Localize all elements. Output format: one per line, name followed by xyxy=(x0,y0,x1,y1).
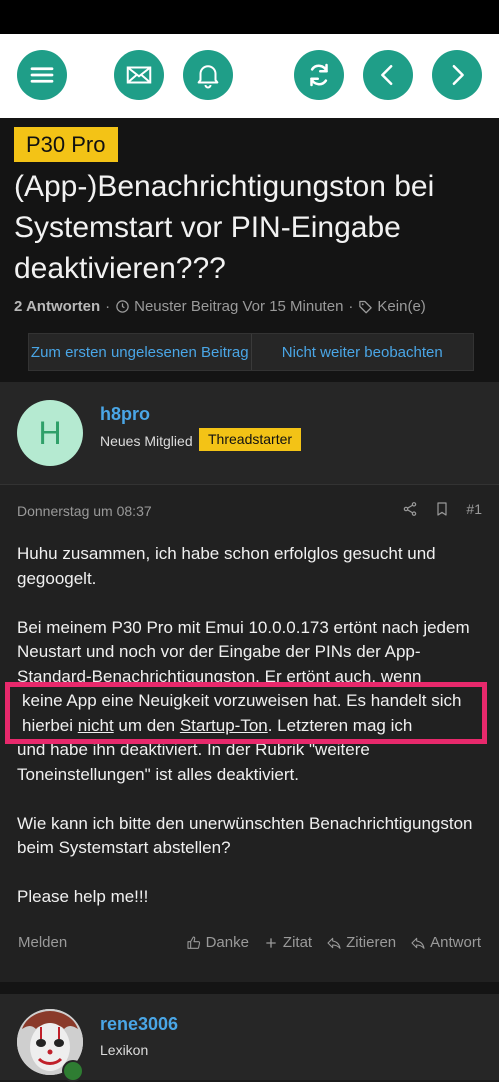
quote-add-button[interactable]: Zitat xyxy=(263,934,312,951)
like-button[interactable]: Danke xyxy=(186,934,249,951)
first-unread-button[interactable]: Zum ersten ungelesenen Beitrag xyxy=(29,334,251,370)
menu-button[interactable] xyxy=(17,50,67,100)
avatar[interactable]: H xyxy=(17,400,83,466)
thread-tags: Kein(e) xyxy=(377,298,426,315)
post-divider xyxy=(0,982,499,994)
thread-meta: 2 Antworten · Neuster Beitrag Vor 15 Min… xyxy=(14,298,426,315)
latest-post[interactable]: Neuster Beitrag Vor 15 Minuten xyxy=(134,298,343,315)
refresh-icon xyxy=(310,63,328,87)
post-paragraph: Please help me!!! xyxy=(17,887,149,906)
username[interactable]: rene3006 xyxy=(100,1014,178,1035)
highlighted-text: keine App eine Neuigkeit vorzuweisen hat… xyxy=(22,691,462,735)
thumbs-up-icon xyxy=(187,935,200,949)
unwatch-button[interactable]: Nicht weiter beobachten xyxy=(250,334,474,370)
status-bar xyxy=(0,0,499,34)
emphasis-nicht: nicht xyxy=(77,715,114,735)
thread-actions: Zum ersten ungelesenen Beitrag Nicht wei… xyxy=(28,333,474,371)
messages-button[interactable] xyxy=(114,50,164,100)
thread-header: P30 Pro (App-)Benachrichtigungston bei S… xyxy=(0,118,499,382)
username[interactable]: h8pro xyxy=(100,404,150,425)
refresh-button[interactable] xyxy=(294,50,344,100)
post-1: H h8pro Neues Mitglied Threadstarter Don… xyxy=(0,382,499,982)
menu-icon xyxy=(30,67,54,83)
report-button[interactable]: Melden xyxy=(18,934,67,951)
tag-icon xyxy=(359,300,373,314)
post-footer: Melden Danke Zitat Zitieren Antwort xyxy=(0,934,499,954)
plus-icon xyxy=(266,937,276,948)
bell-icon xyxy=(197,65,219,89)
user-title: Lexikon xyxy=(100,1042,149,1058)
reply-button[interactable]: Antwort xyxy=(410,934,481,951)
thread-prefix[interactable]: P30 Pro xyxy=(14,127,118,162)
bookmark-icon[interactable] xyxy=(434,501,450,517)
user-title: Neues Mitglied xyxy=(100,433,193,449)
post-number[interactable]: #1 xyxy=(466,501,482,517)
online-status-badge xyxy=(62,1060,84,1082)
previous-button[interactable] xyxy=(363,50,413,100)
chevron-left-icon xyxy=(381,65,393,85)
startup-ton-link[interactable]: Startup-Ton xyxy=(180,716,268,735)
post-2: rene3006 Lexikon xyxy=(0,994,499,1082)
threadstarter-badge: Threadstarter xyxy=(199,428,302,451)
clock-icon xyxy=(116,300,129,313)
cite-button[interactable]: Zitieren xyxy=(326,934,396,951)
post-actions: #1 xyxy=(402,501,482,517)
share-icon[interactable] xyxy=(402,501,418,517)
post-paragraph: Wie kann ich bitte den unerwünschten Ben… xyxy=(17,813,473,858)
next-button[interactable] xyxy=(432,50,482,100)
highlight-box: keine App eine Neuigkeit vorzuweisen hat… xyxy=(5,682,487,744)
chevron-right-icon xyxy=(452,65,464,85)
reply-arrow-icon xyxy=(411,937,425,949)
post-date[interactable]: Donnerstag um 08:37 xyxy=(17,503,152,519)
notifications-button[interactable] xyxy=(183,50,233,100)
reply-count[interactable]: 2 Antworten xyxy=(14,298,100,315)
thread-title: (App-)Benachrichtigungston bei Systemsta… xyxy=(14,170,435,285)
post-paragraph: Huhu zusammen, ich habe schon erfolglos … xyxy=(17,544,436,588)
post-author: H h8pro Neues Mitglied Threadstarter xyxy=(0,382,499,485)
top-toolbar xyxy=(0,34,499,118)
reply-arrow-icon xyxy=(327,937,341,949)
mail-icon xyxy=(126,66,152,84)
